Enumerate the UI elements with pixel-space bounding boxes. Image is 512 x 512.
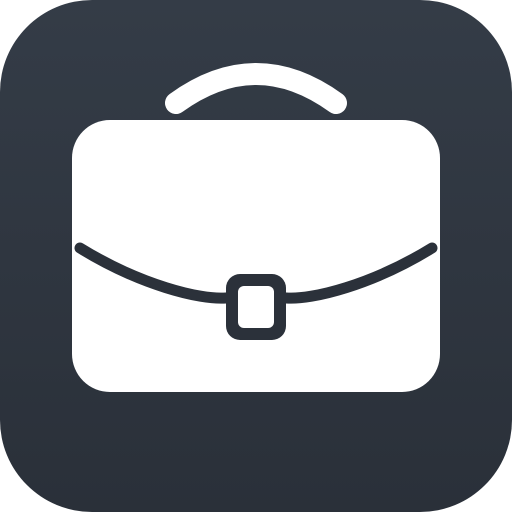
app-icon[interactable] (0, 0, 512, 512)
briefcase-clasp-inner (238, 286, 274, 328)
briefcase-handle (165, 63, 347, 114)
briefcase-body (72, 120, 440, 392)
briefcase-icon (72, 63, 440, 392)
